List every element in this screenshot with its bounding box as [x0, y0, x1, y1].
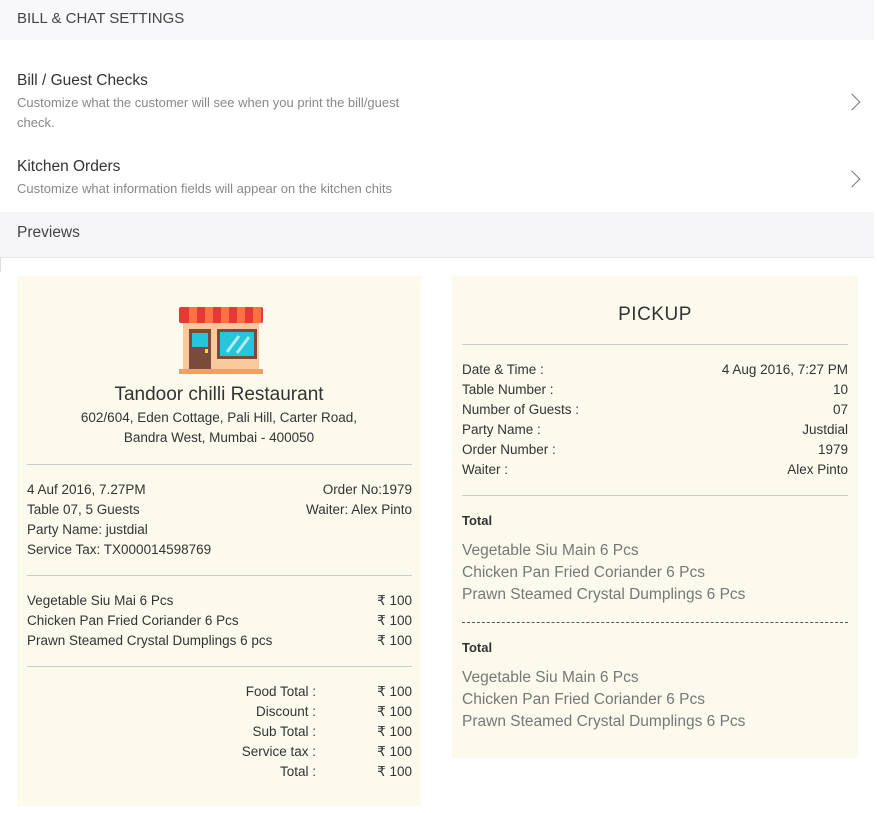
dashed-divider: [462, 622, 848, 623]
kitchen-item: Prawn Steamed Crystal Dumplings 6 Pcs: [462, 713, 746, 730]
bill-guest-checks-title: Bill / Guest Checks: [17, 72, 148, 89]
field-value: Justdial: [802, 422, 848, 437]
bill-service-tax-number: Service Tax: TX000014598769: [27, 542, 212, 557]
divider: [462, 344, 848, 345]
bill-item-name: Prawn Steamed Crystal Dumplings 6 pcs: [27, 633, 273, 648]
kitchen-orders-title: Kitchen Orders: [17, 158, 121, 175]
field-label: Party Name :: [462, 422, 541, 437]
kitchen-item: Prawn Steamed Crystal Dumplings 6 Pcs: [462, 586, 746, 603]
kitchen-item: Vegetable Siu Main 6 Pcs: [462, 542, 639, 559]
bill-guest-checks-description: Customize what the customer will see whe…: [17, 95, 400, 130]
field-value: Alex Pinto: [787, 462, 848, 477]
bill-table: Table 07, 5 Guests: [27, 502, 140, 517]
bill-item-name: Vegetable Siu Mai 6 Pcs: [27, 593, 174, 608]
section-heading: Total: [462, 640, 493, 655]
field-label: Order Number :: [462, 442, 556, 457]
sub-total-label: Sub Total :: [252, 724, 316, 739]
address-line-1: 602/604, Eden Cottage, Pali Hill, Carter…: [80, 410, 358, 425]
field-value: 4 Aug 2016, 7:27 PM: [721, 362, 848, 377]
service-tax-value: ₹ 100: [377, 744, 412, 759]
section-header: BILL & CHAT SETTINGS: [0, 0, 874, 40]
total-value: ₹ 100: [377, 764, 412, 779]
bill-party-name: Party Name: justdial: [27, 522, 148, 537]
food-total-label: Food Total :: [245, 684, 316, 699]
section-heading: Total: [462, 513, 493, 528]
divider: [27, 575, 412, 576]
food-total-value: ₹ 100: [377, 684, 412, 699]
field-value: 1979: [817, 442, 848, 457]
bill-guest-checks-row[interactable]: Bill / Guest Checks Customize what the c…: [0, 62, 874, 147]
field-value: 10: [832, 382, 848, 397]
field-label: Date & Time :: [462, 362, 544, 377]
kitchen-orders-description: Customize what information fields will a…: [17, 181, 393, 196]
kitchen-preview-card: PICKUP Date & Time : 4 Aug 2016, 7:27 PM…: [452, 276, 858, 758]
bill-preview-card: Tandoor chilli Restaurant 602/604, Eden …: [17, 276, 421, 806]
kitchen-item: Vegetable Siu Main 6 Pcs: [462, 669, 639, 686]
divider: [27, 464, 412, 465]
bill-item-price: ₹ 100: [377, 613, 412, 628]
store-front-icon: [179, 307, 263, 374]
kitchen-item: Chicken Pan Fried Coriander 6 Pcs: [462, 564, 705, 581]
discount-label: Discount :: [255, 704, 316, 719]
previews-label: Previews: [17, 224, 80, 241]
service-tax-label: Service tax :: [241, 744, 316, 759]
total-label: Total :: [279, 764, 316, 779]
kitchen-item: Chicken Pan Fried Coriander 6 Pcs: [462, 691, 705, 708]
previews-header: Previews: [0, 212, 874, 258]
field-label: Number of Guests :: [462, 402, 580, 417]
pickup-title: PICKUP: [618, 304, 692, 325]
chevron-right-icon[interactable]: [843, 170, 861, 188]
field-value: 07: [832, 402, 848, 417]
bill-waiter: Waiter: Alex Pinto: [305, 502, 412, 517]
bill-item-price: ₹ 100: [377, 633, 412, 648]
bill-datetime: 4 Auf 2016, 7.27PM: [27, 482, 146, 497]
field-label: Waiter :: [462, 462, 509, 477]
bill-item-price: ₹ 100: [377, 593, 412, 608]
discount-value: ₹ 100: [377, 704, 412, 719]
address-line-2: Bandra West, Mumbai - 400050: [123, 430, 315, 445]
divider: [27, 666, 412, 667]
divider: [0, 258, 1, 272]
section-title: BILL & CHAT SETTINGS: [17, 10, 185, 27]
sub-total-value: ₹ 100: [377, 724, 412, 739]
kitchen-orders-row[interactable]: Kitchen Orders Customize what informatio…: [0, 150, 874, 212]
bill-item-name: Chicken Pan Fried Coriander 6 Pcs: [27, 613, 239, 628]
restaurant-name: Tandoor chilli Restaurant: [114, 384, 324, 405]
chevron-right-icon[interactable]: [843, 93, 861, 111]
divider: [462, 495, 848, 496]
field-label: Table Number :: [462, 382, 554, 397]
bill-order-number: Order No:1979: [322, 482, 412, 497]
